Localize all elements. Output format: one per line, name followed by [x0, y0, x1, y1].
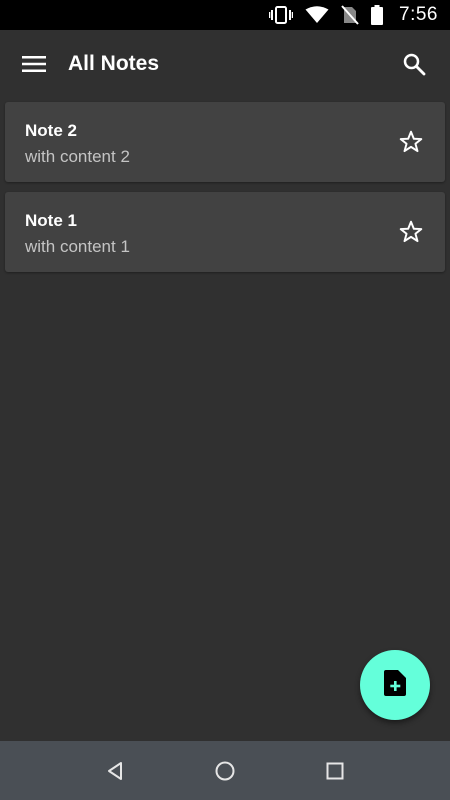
note-content: with content 2 [25, 147, 130, 166]
note-card[interactable]: Note 2 with content 2 [5, 102, 445, 182]
search-icon[interactable] [394, 44, 434, 84]
status-bar: 7:56 [0, 0, 450, 30]
no-sim-icon [341, 0, 359, 30]
vibrate-icon [269, 0, 294, 30]
back-icon[interactable] [95, 751, 135, 791]
star-icon[interactable] [395, 126, 427, 158]
wifi-icon [305, 0, 329, 30]
note-list: Note 2 with content 2 Note 1 with conten… [5, 102, 445, 282]
note-title: Note 1 [25, 211, 77, 230]
page-title: All Notes [68, 52, 160, 75]
note-card[interactable]: Note 1 with content 1 [5, 192, 445, 272]
status-time: 7:56 [399, 4, 438, 25]
home-icon[interactable] [205, 751, 245, 791]
star-icon[interactable] [395, 216, 427, 248]
note-title: Note 2 [25, 121, 77, 140]
hamburger-menu-icon[interactable] [14, 44, 54, 84]
app-bar: All Notes [0, 30, 450, 98]
add-note-icon [384, 669, 406, 701]
system-nav-bar [0, 741, 450, 800]
recents-icon[interactable] [315, 751, 355, 791]
add-note-button[interactable] [360, 650, 430, 720]
battery-icon [371, 0, 384, 30]
notes-app-screen: 7:56 All Notes Note 2 with content 2 Not… [0, 0, 450, 800]
note-content: with content 1 [25, 237, 130, 256]
